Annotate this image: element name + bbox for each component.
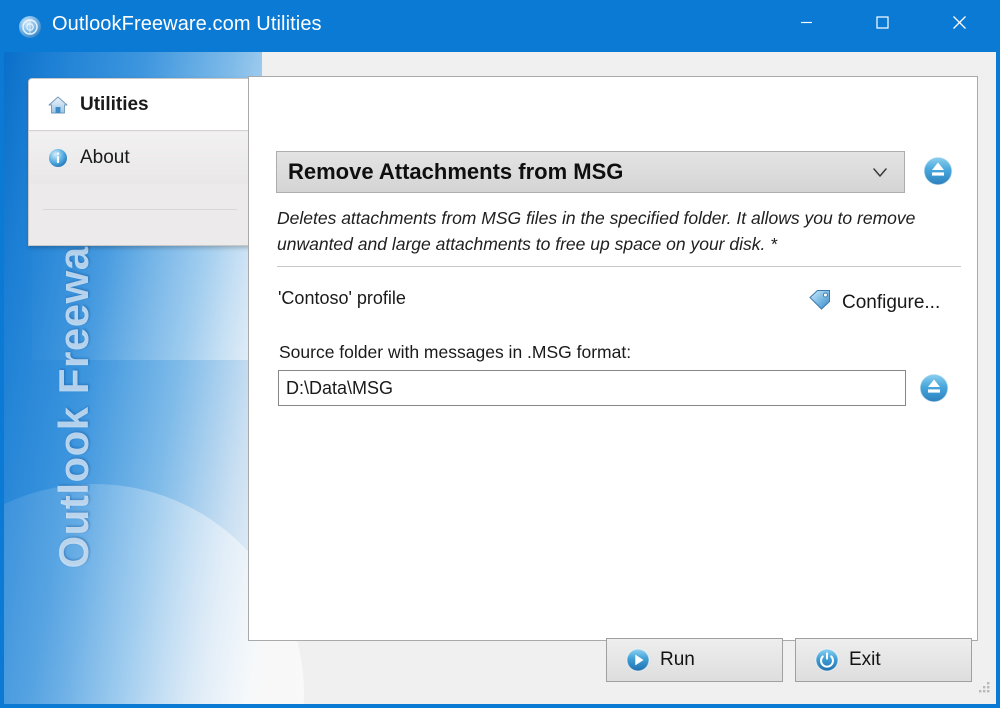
sidebar-divider	[43, 209, 237, 210]
exit-button[interactable]: Exit	[795, 638, 972, 682]
main-panel: Remove Attachments from MSG Deletes atta…	[248, 76, 978, 641]
maximize-button[interactable]	[858, 0, 906, 45]
client-area: Outlook Freeware .com Utilities About Re…	[4, 52, 996, 704]
tag-icon	[807, 288, 833, 317]
profile-label: 'Contoso' profile	[278, 288, 406, 308]
app-window: OutlookFreeware.com Utilities Outlook Fr…	[0, 0, 1000, 708]
configure-link[interactable]: Configure...	[807, 288, 940, 317]
minimize-button[interactable]	[782, 0, 830, 45]
exit-button-label: Exit	[849, 649, 881, 670]
sidebar: Utilities About	[28, 78, 252, 246]
configure-label: Configure...	[842, 291, 941, 313]
close-button[interactable]	[935, 0, 983, 45]
sidebar-item-about[interactable]: About	[29, 132, 251, 184]
title-bar: OutlookFreeware.com Utilities	[0, 0, 1000, 52]
info-icon	[47, 147, 69, 169]
utility-select-value: Remove Attachments from MSG	[288, 159, 624, 184]
sidebar-item-utilities-label: Utilities	[80, 93, 149, 115]
source-folder-label: Source folder with messages in .MSG form…	[279, 342, 632, 362]
section-divider	[277, 266, 961, 267]
home-icon	[47, 94, 69, 116]
utility-browse-button[interactable]	[921, 154, 955, 188]
utility-description: Deletes attachments from MSG files in th…	[277, 208, 916, 254]
sidebar-item-about-label: About	[80, 147, 130, 168]
utility-select[interactable]: Remove Attachments from MSG	[276, 151, 905, 193]
run-button[interactable]: Run	[606, 638, 783, 682]
app-globe-icon	[17, 14, 43, 40]
sidebar-item-utilities[interactable]: Utilities	[29, 79, 251, 131]
play-icon	[625, 647, 651, 673]
resize-grip[interactable]	[976, 679, 992, 700]
power-icon	[814, 647, 840, 673]
source-browse-button[interactable]	[917, 371, 951, 405]
window-title: OutlookFreeware.com Utilities	[52, 13, 322, 35]
source-folder-input[interactable]	[278, 370, 906, 406]
chevron-down-icon	[870, 164, 890, 187]
run-button-label: Run	[660, 649, 695, 670]
